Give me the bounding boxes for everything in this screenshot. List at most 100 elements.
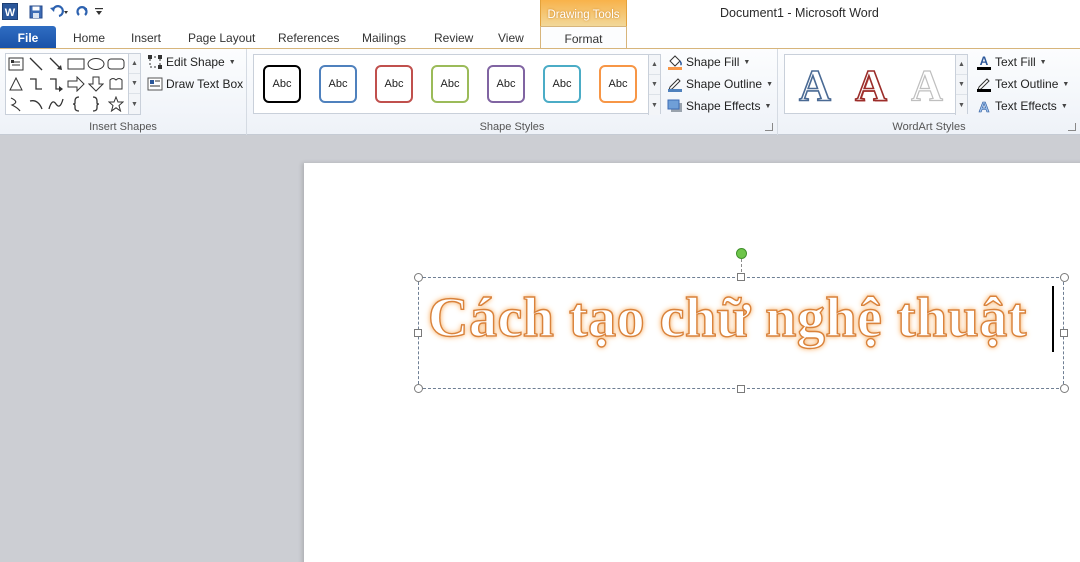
tab-view[interactable]: View [498,26,524,48]
edit-shape-button[interactable]: Edit Shape ▼ [147,52,236,72]
scroll-up-icon[interactable]: ▲ [129,54,140,74]
rounded-rectangle-icon [107,58,125,69]
shape-style-preset[interactable]: Abc [599,65,637,103]
right-arrow-shape[interactable] [66,74,86,93]
tab-insert[interactable]: Insert [131,26,161,48]
text-box-shape[interactable] [6,54,26,73]
line-shape[interactable] [26,54,46,73]
save-icon [29,5,43,19]
tab-format[interactable]: Format [540,26,627,48]
shape-style-preset[interactable]: Abc [375,65,413,103]
arc-shape[interactable] [26,94,46,113]
draw-text-box-button[interactable]: Draw Text Box [147,74,243,94]
left-brace-shape[interactable] [66,94,86,113]
wordart-preset-gray-outline[interactable]: A [903,60,951,110]
shape-fill-button[interactable]: Shape Fill ▼ [667,52,750,72]
resize-handle-bottom-right[interactable] [1060,384,1069,393]
oval-shape[interactable] [86,54,106,73]
resize-handle-bottom[interactable] [737,385,745,393]
more-styles-icon[interactable]: ▼ [649,95,660,115]
wordart-gallery: A A A ▲ ▼ ▼ [784,54,968,115]
scroll-up-icon[interactable]: ▲ [649,55,660,75]
text-fill-icon: A [976,54,992,70]
insert-shapes-group-label: Insert Shapes [89,121,157,133]
wordart-text[interactable]: Cách tạo chữ nghệ thuật [427,286,1027,350]
ribbon: ▲ ▼ ▼ Edit Shape ▼ Draw Text Box Insert S… [0,48,1080,135]
rectangle-shape[interactable] [66,54,86,73]
resize-handle-top[interactable] [737,273,745,281]
shape-style-preset[interactable]: Abc [487,65,525,103]
down-arrow-shape[interactable] [86,74,106,93]
title-bar: W Drawing Tools Document1 - Microsoft Wo… [0,0,1080,26]
tab-file[interactable]: File [0,26,56,48]
chevron-down-icon: ▼ [1039,58,1047,66]
drawing-tools-context-header: Drawing Tools [540,0,627,26]
tab-page-layout[interactable]: Page Layout [188,26,255,48]
scroll-down-icon[interactable]: ▼ [129,74,140,94]
resize-handle-right[interactable] [1060,329,1068,337]
word-app-icon[interactable]: W [2,3,18,20]
resize-handle-top-right[interactable] [1060,273,1069,282]
quick-access-toolbar [26,2,106,22]
wordart-gallery-scroll[interactable]: ▲ ▼ ▼ [955,55,967,115]
svg-text:A: A [979,99,990,114]
redo-button[interactable] [72,2,92,22]
more-shapes-icon[interactable]: ▼ [129,94,140,114]
shape-style-preset[interactable]: Abc [543,65,581,103]
arrow-line-shape[interactable] [46,54,66,73]
shapes-gallery-scroll[interactable]: ▲ ▼ ▼ [128,54,140,114]
shape-style-preset[interactable]: Abc [431,65,469,103]
text-outline-icon [976,76,992,92]
resize-handle-bottom-left[interactable] [414,384,423,393]
draw-text-box-label: Draw Text Box [166,77,244,91]
customize-qat-button[interactable] [92,2,106,22]
text-effects-label: Text Effects [995,99,1057,113]
text-box-shape-icon [8,57,24,70]
elbow-arrow-connector-shape[interactable] [46,74,66,93]
right-brace-shape[interactable] [86,94,106,113]
svg-text:A: A [980,54,989,68]
scroll-down-icon[interactable]: ▼ [649,75,660,95]
text-outline-button[interactable]: Text Outline ▼ [976,74,1069,94]
chevron-down-icon: ▼ [764,102,772,110]
wordart-preset-blue-outline[interactable]: A [791,60,839,111]
tab-review[interactable]: Review [434,26,473,48]
insert-shapes-group: ▲ ▼ ▼ Edit Shape ▼ Draw Text Box Insert S… [0,49,247,135]
shape-style-preset[interactable]: Abc [319,65,357,103]
down-arrow-icon [88,76,104,92]
shape-style-preset[interactable]: Abc [263,65,301,103]
scroll-down-icon[interactable]: ▼ [956,75,967,95]
tab-mailings[interactable]: Mailings [362,26,406,48]
wordart-styles-group: A A A ▲ ▼ ▼ A Text Fill ▼ Text Outline ▼ A… [778,49,1080,135]
curved-connector-shape[interactable] [6,94,26,113]
resize-handle-left[interactable] [414,329,422,337]
edit-points-icon [147,54,163,70]
wordart-preset-red-outline[interactable]: A [847,60,895,111]
flowchart-shape[interactable] [106,74,126,93]
triangle-shape[interactable] [6,74,26,93]
save-button[interactable] [26,2,46,22]
elbow-connector-shape[interactable] [26,74,46,93]
rounded-rectangle-shape[interactable] [106,54,126,73]
freeform-shape[interactable] [46,94,66,113]
text-effects-icon: A [976,98,992,114]
more-wordart-icon[interactable]: ▼ [956,95,967,115]
scroll-up-icon[interactable]: ▲ [956,55,967,75]
right-brace-icon [92,95,100,112]
text-fill-button[interactable]: A Text Fill ▼ [976,52,1047,72]
shape-styles-group: Abc Abc Abc Abc Abc Abc Abc ▲ ▼ ▼ Shape … [247,49,778,135]
shape-styles-scroll[interactable]: ▲ ▼ ▼ [648,55,660,115]
shape-effects-button[interactable]: Shape Effects ▼ [667,96,771,116]
undo-button[interactable] [46,2,72,22]
dialog-launcher-icon[interactable] [1068,123,1076,131]
rotation-handle[interactable] [736,248,747,259]
tab-home[interactable]: Home [73,26,105,48]
shape-effects-icon [667,98,683,114]
resize-handle-top-left[interactable] [414,273,423,282]
shape-outline-button[interactable]: Shape Outline ▼ [667,74,773,94]
dialog-launcher-icon[interactable] [765,123,773,131]
tab-references[interactable]: References [278,26,339,48]
shape-styles-group-label: Shape Styles [479,121,545,133]
star-shape[interactable] [106,94,126,113]
text-effects-button[interactable]: A Text Effects ▼ [976,96,1067,116]
